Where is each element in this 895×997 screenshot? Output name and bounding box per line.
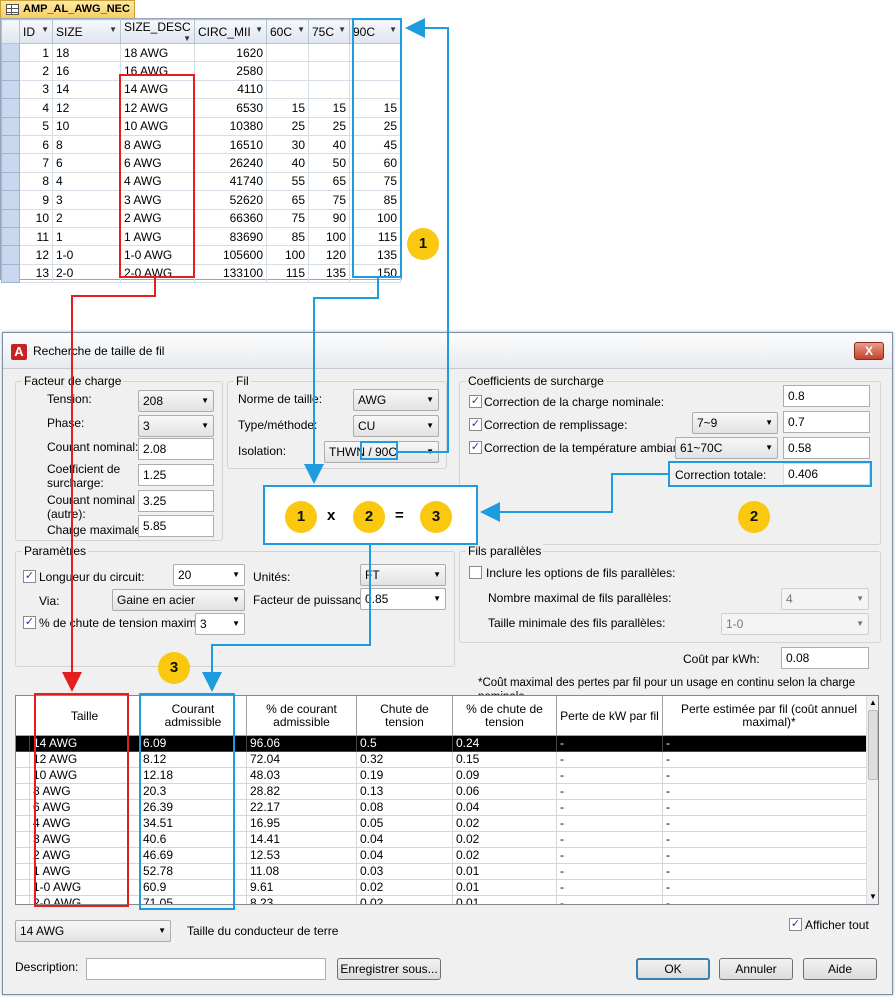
formula-badge-3: 3: [420, 501, 452, 533]
step-badge-3: 3: [158, 652, 190, 684]
formula-badge-1: 1: [285, 501, 317, 533]
formula-badge-2: 2: [353, 501, 385, 533]
equals-sign: =: [395, 507, 404, 524]
formula-box: 1 x 2 = 3: [263, 485, 478, 545]
multiply-sign: x: [327, 507, 336, 524]
step-badge-2: 2: [738, 501, 770, 533]
step-badge-1: 1: [407, 228, 439, 260]
